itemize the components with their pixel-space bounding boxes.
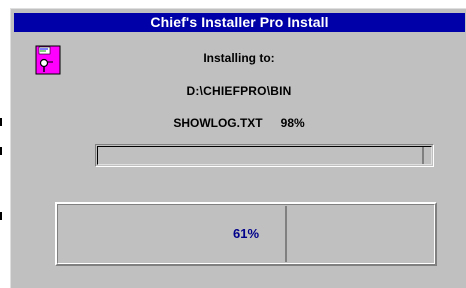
window-title-bar[interactable]: Chief's Installer Pro Install [14,13,465,32]
file-progress-track [97,146,432,165]
current-file-name: SHOWLOG.TXT [173,116,263,130]
desktop: Chief's Installer Pro Install Installing… [0,0,466,288]
file-progress-bar [95,144,434,167]
background-edge-mark [0,147,2,155]
current-file-row: SHOWLOG.TXT 98% [11,116,466,130]
current-file-percent: 98% [280,116,305,130]
total-progress-percent: 61% [232,226,260,241]
installer-dialog: Chief's Installer Pro Install Installing… [10,8,466,288]
installing-to-label: Installing to: [203,51,275,65]
total-progress-bar: 61% [55,202,437,266]
file-progress-fill [98,147,425,164]
background-edge-mark [0,212,2,220]
destination-path: D:\CHIEFPRO\BIN [186,84,292,98]
background-edge-mark [0,118,2,126]
